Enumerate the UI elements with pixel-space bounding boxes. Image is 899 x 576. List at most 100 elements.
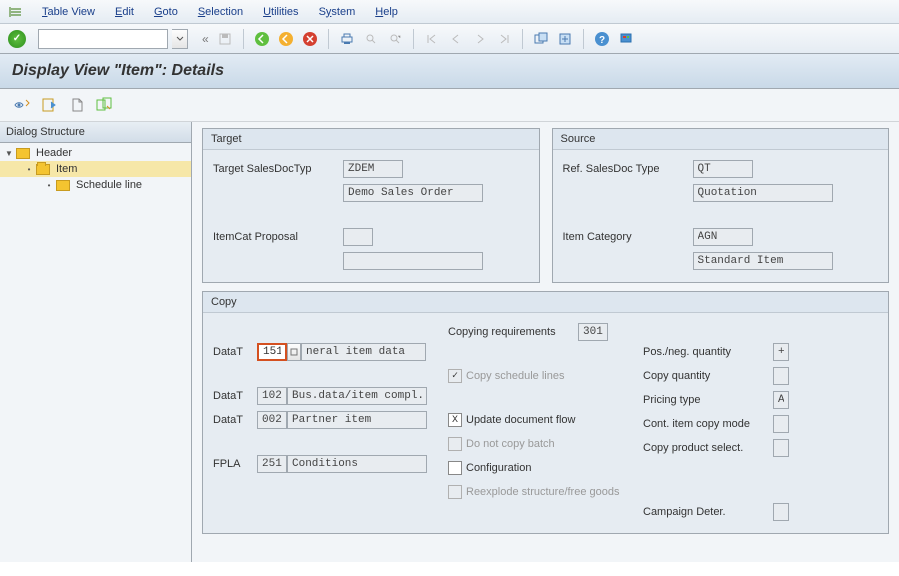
reexplode-label: Reexplode structure/free goods (466, 486, 619, 498)
svg-text:?: ? (599, 35, 605, 46)
shortcut-icon[interactable] (555, 29, 575, 49)
pricing-type-value (773, 391, 789, 409)
datat3-label: DataT (213, 414, 257, 426)
copy-panel: Copy DataT DataT (202, 291, 889, 534)
itemcat-proposal-value (343, 228, 373, 246)
layout-icon[interactable] (616, 29, 636, 49)
folder-icon (16, 148, 30, 159)
command-field[interactable] (38, 29, 168, 49)
print-icon[interactable] (337, 29, 357, 49)
back-icon[interactable] (252, 29, 272, 49)
app-menu-icon[interactable] (8, 4, 24, 20)
item-category-desc (693, 252, 833, 270)
sidebar-header: Dialog Structure (0, 122, 191, 143)
fpla-desc (287, 455, 427, 473)
configuration-checkbox (448, 461, 462, 475)
campaign-deter-label: Campaign Deter. (643, 506, 773, 518)
datat3-value (257, 411, 287, 429)
dialog-structure-tree: Dialog Structure ▼ Header • Item • Sched… (0, 122, 192, 562)
ref-salesdoctype-value (693, 160, 753, 178)
next-page-icon (470, 29, 490, 49)
tree-node-schedule-line[interactable]: • Schedule line (0, 177, 191, 193)
do-not-copy-batch-checkbox (448, 437, 462, 451)
menu-help[interactable]: Help (365, 3, 408, 21)
new-session-icon[interactable] (531, 29, 551, 49)
menu-selection[interactable]: Selection (188, 3, 253, 21)
reexplode-checkbox (448, 485, 462, 499)
tree-label: Schedule line (76, 179, 142, 191)
menu-system[interactable]: System (309, 3, 366, 21)
copy-schedule-lines-label: Copy schedule lines (466, 370, 564, 382)
copying-req-label: Copying requirements (448, 326, 578, 338)
other-entry-icon[interactable] (38, 95, 60, 115)
menu-edit[interactable]: Edit (105, 3, 144, 21)
tree-label: Item (56, 163, 77, 175)
menu-goto[interactable]: Goto (144, 3, 188, 21)
folder-icon (56, 180, 70, 191)
copying-req-value (578, 323, 608, 341)
itemcat-proposal-desc (343, 252, 483, 270)
ref-salesdoctype-label: Ref. SalesDoc Type (563, 163, 693, 175)
save-icon (215, 29, 235, 49)
collapse-icon[interactable]: « (202, 32, 209, 46)
cont-item-copy-label: Cont. item copy mode (643, 418, 773, 430)
menu-utilities[interactable]: Utilities (253, 3, 308, 21)
do-not-copy-batch-label: Do not copy batch (466, 438, 555, 450)
source-panel: Source Ref. SalesDoc Type Item Category (552, 128, 890, 283)
item-category-value (693, 228, 753, 246)
target-panel: Target Target SalesDocTyp ItemCat Propos… (202, 128, 540, 283)
datat1-label: DataT (213, 346, 257, 358)
prev-page-icon (446, 29, 466, 49)
tree-node-header[interactable]: ▼ Header (0, 145, 191, 161)
datat2-desc (287, 387, 427, 405)
update-doc-flow-field: X (448, 413, 462, 427)
target-salesdoctype-value (343, 160, 403, 178)
bullet-icon: • (44, 180, 54, 190)
copy-header: Copy (203, 292, 888, 313)
last-page-icon (494, 29, 514, 49)
target-salesdoctype-label: Target SalesDocTyp (213, 163, 343, 175)
find-icon (361, 29, 381, 49)
target-header: Target (203, 129, 539, 150)
itemcat-proposal-label: ItemCat Proposal (213, 231, 343, 243)
page-title: Display View "Item": Details (12, 62, 887, 80)
expand-icon[interactable]: ▼ (4, 148, 14, 158)
campaign-deter-value (773, 503, 789, 521)
bullet-icon: • (24, 164, 34, 174)
menu-table-view[interactable]: Table View (32, 3, 105, 21)
help-icon[interactable]: ? (592, 29, 612, 49)
pos-neg-qty-value (773, 343, 789, 361)
copy-quantity-label: Copy quantity (643, 370, 773, 382)
fpla-value (257, 455, 287, 473)
update-doc-flow-label: Update document flow (466, 414, 575, 426)
copy-quantity-value (773, 367, 789, 385)
item-category-label: Item Category (563, 231, 693, 243)
first-page-icon (422, 29, 442, 49)
copy-schedule-lines-checkbox: ✓ (448, 369, 462, 383)
datat2-value (257, 387, 287, 405)
copy-product-select-label: Copy product select. (643, 442, 773, 454)
enter-button[interactable] (8, 30, 26, 48)
command-dropdown[interactable] (172, 29, 188, 49)
cont-item-copy-value (773, 415, 789, 433)
configuration-label: Configuration (466, 462, 531, 474)
source-header: Source (553, 129, 889, 150)
pos-neg-qty-label: Pos./neg. quantity (643, 346, 773, 358)
datat3-desc (287, 411, 427, 429)
tree-node-item[interactable]: • Item (0, 161, 191, 177)
document-icon[interactable] (66, 95, 88, 115)
find-next-icon (385, 29, 405, 49)
tree-label: Header (36, 147, 72, 159)
copy-as-icon[interactable] (94, 95, 116, 115)
copy-product-select-value (773, 439, 789, 457)
change-display-icon[interactable] (10, 95, 32, 115)
fpla-label: FPLA (213, 458, 257, 470)
datat1-value[interactable] (257, 343, 287, 361)
exit-icon[interactable] (276, 29, 296, 49)
folder-open-icon (36, 164, 50, 175)
datat2-label: DataT (213, 390, 257, 402)
f4-help-icon[interactable] (287, 343, 301, 361)
cancel-icon[interactable] (300, 29, 320, 49)
ref-salesdoctype-desc (693, 184, 833, 202)
target-salesdoctype-desc (343, 184, 483, 202)
